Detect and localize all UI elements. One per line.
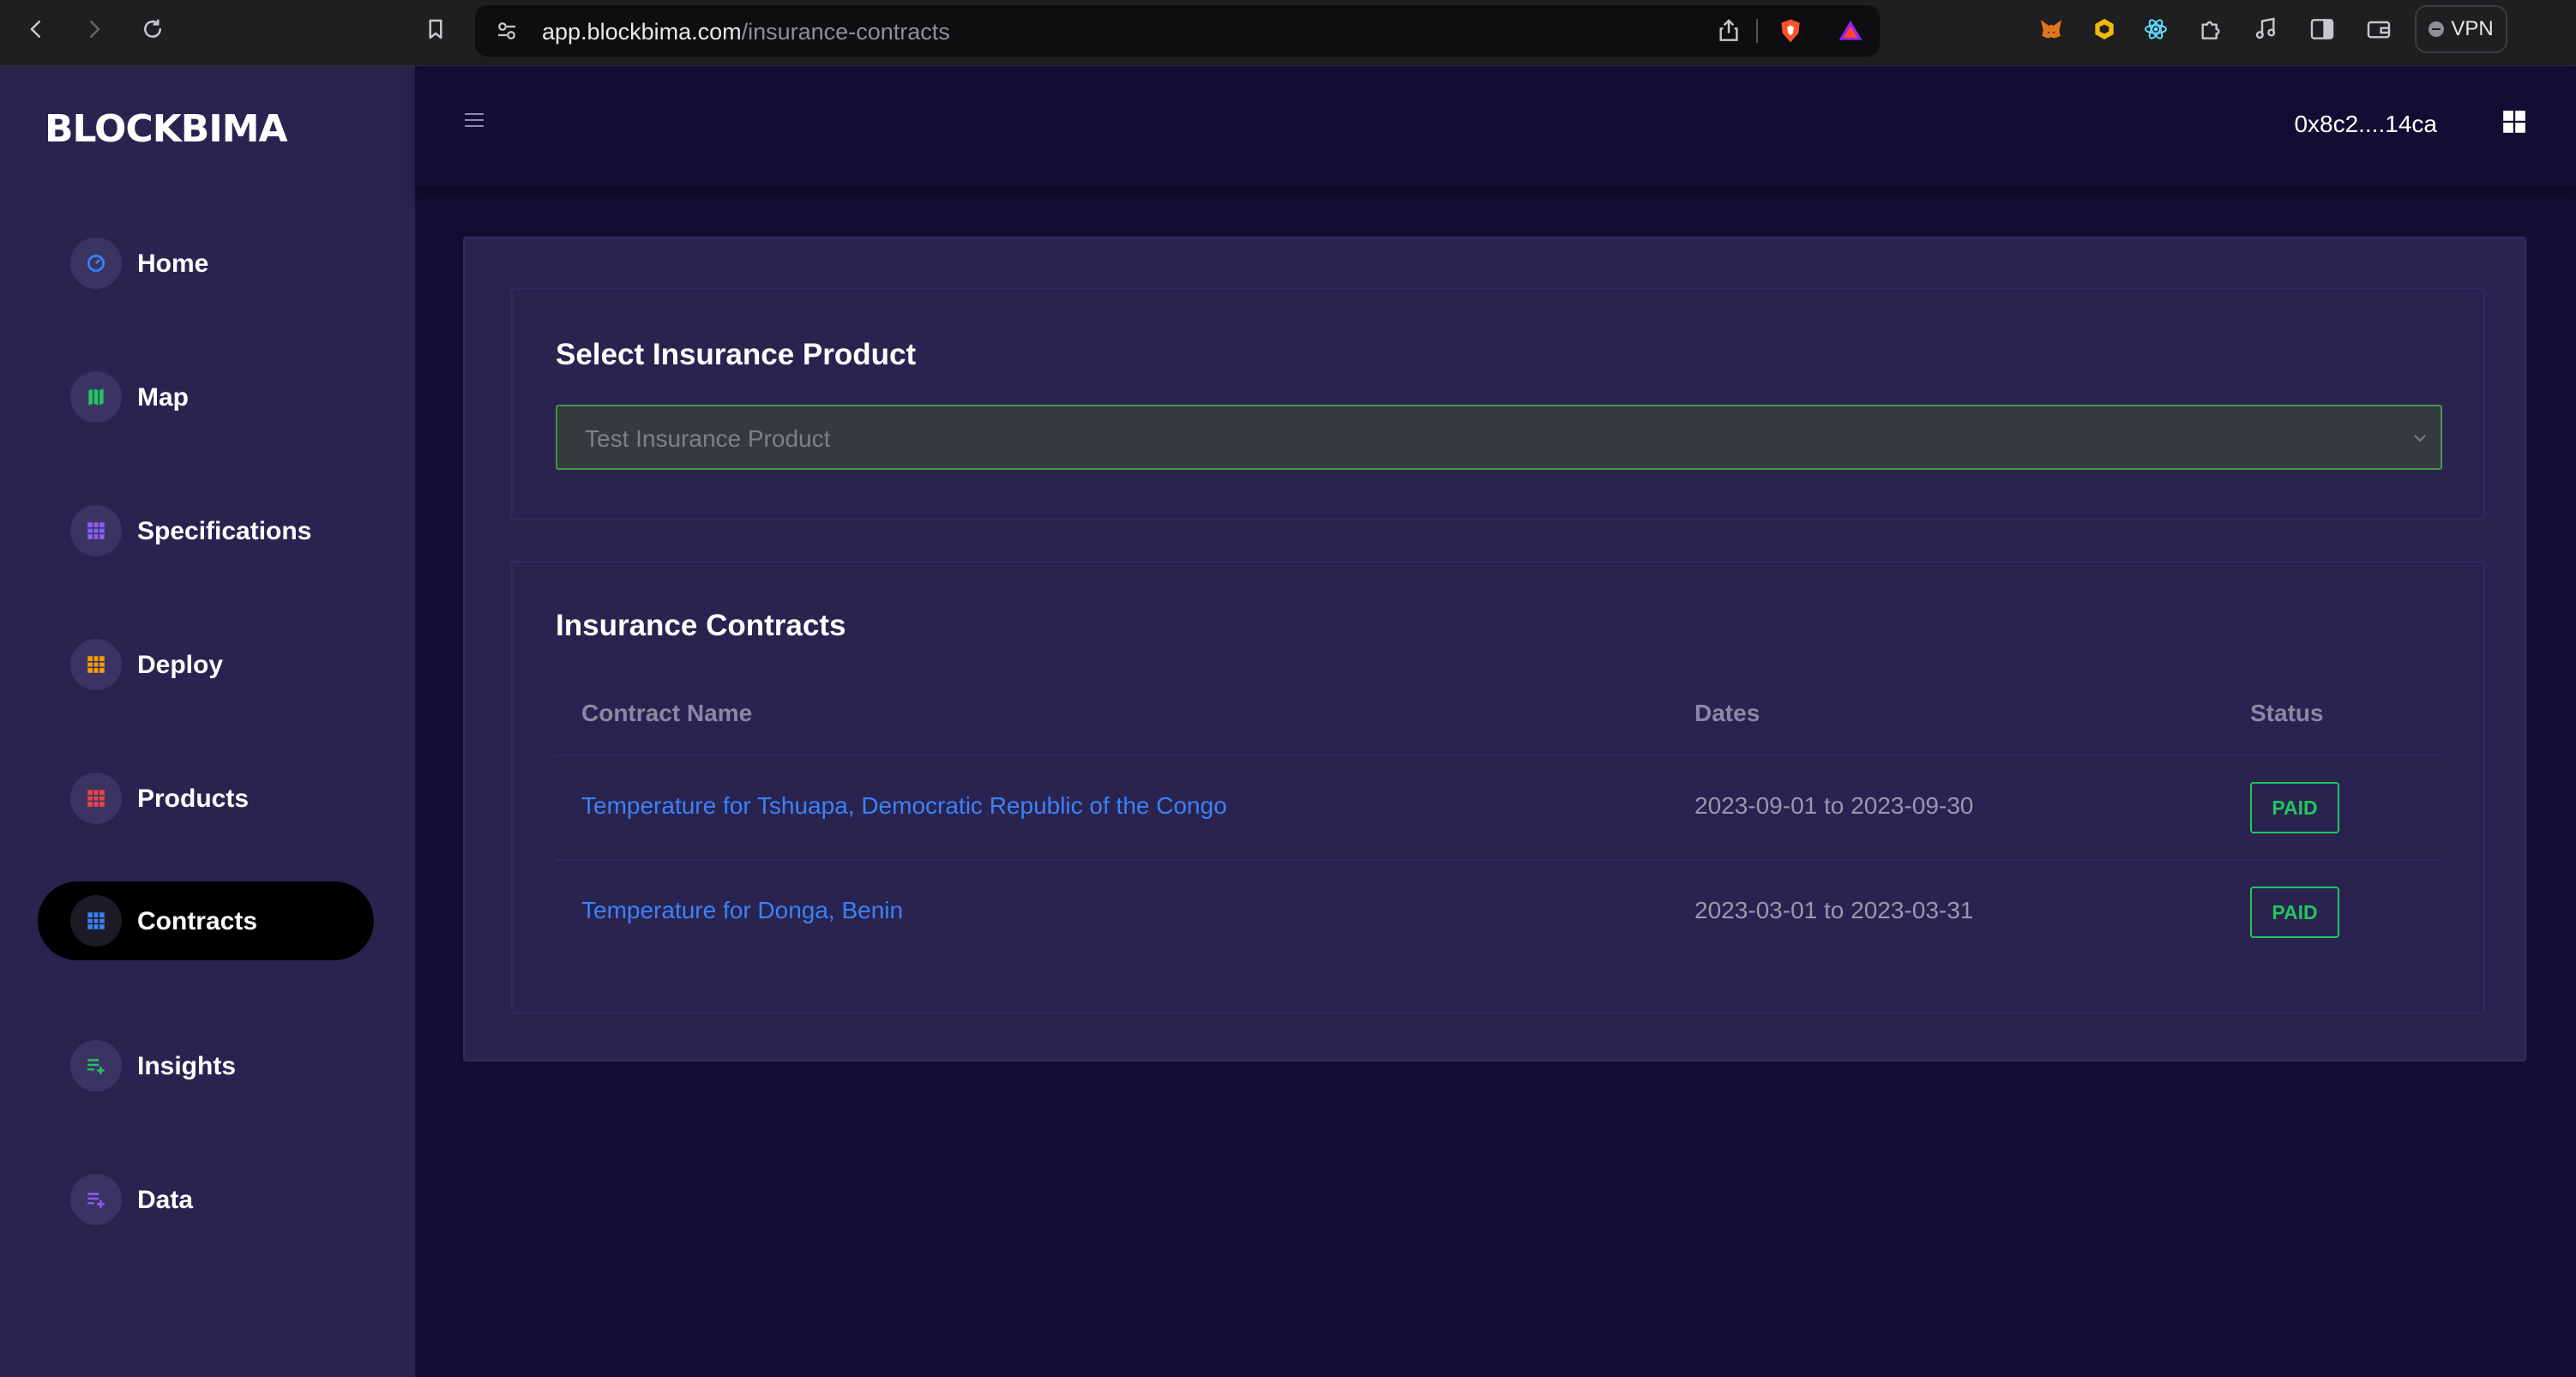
sidebar-item-home[interactable]: Home — [38, 224, 374, 303]
map-icon — [70, 371, 122, 423]
sidebar-item-deploy[interactable]: Deploy — [38, 625, 374, 704]
sidebar-icon[interactable] — [2307, 14, 2338, 45]
grid-icon — [70, 773, 122, 824]
grid-icon — [70, 639, 122, 690]
sidebar-item-label: Home — [137, 250, 209, 278]
sidebar-item-specifications[interactable]: Specifications — [38, 491, 374, 570]
vpn-status-icon — [2429, 21, 2445, 37]
sidebar-item-insights[interactable]: Insights — [38, 1026, 374, 1105]
bookmark-icon[interactable] — [418, 12, 453, 46]
sidebar-item-label: Data — [137, 1186, 194, 1214]
forward-icon[interactable] — [77, 12, 111, 46]
sidebar-item-label: Products — [137, 785, 250, 813]
sidebar-item-map[interactable]: Map — [38, 358, 374, 436]
binance-wallet-icon[interactable] — [2089, 14, 2120, 45]
column-header: Status — [2250, 700, 2324, 726]
panel-title: Insurance Contracts — [556, 609, 846, 642]
brave-rewards-icon[interactable] — [1837, 17, 1864, 45]
grid-icon — [70, 895, 122, 947]
address-bar[interactable]: app.blockbima.com/insurance-contracts — [475, 5, 1880, 57]
browser-toolbar: app.blockbima.com/insurance-contracts VP… — [0, 0, 2576, 66]
extensions-icon[interactable] — [2195, 14, 2226, 45]
product-select-panel: Select Insurance Product Test Insurance … — [511, 288, 2485, 520]
apps-grid-icon[interactable] — [2502, 110, 2526, 134]
table-row: Temperature for Donga, Benin 2023-03-01 … — [556, 859, 2442, 964]
menu-icon[interactable] — [465, 113, 484, 129]
sidebar-item-label: Map — [137, 383, 189, 412]
reload-icon[interactable] — [135, 12, 170, 46]
insurance-product-select[interactable]: Test Insurance Product — [556, 405, 2442, 470]
sidebar-item-label: Insights — [137, 1052, 237, 1080]
url-text[interactable]: app.blockbima.com/insurance-contracts — [542, 19, 950, 45]
list-add-icon — [70, 1040, 122, 1091]
media-icon[interactable] — [2250, 14, 2281, 45]
column-header: Contract Name — [581, 700, 753, 726]
main-card: Select Insurance Product Test Insurance … — [463, 237, 2526, 1061]
share-icon[interactable] — [1715, 17, 1742, 45]
brave-shield-icon[interactable] — [1777, 17, 1804, 45]
top-header: 0x8c2....14ca — [415, 66, 2576, 186]
panel-title: Select Insurance Product — [556, 338, 917, 371]
column-header: Dates — [1694, 700, 1760, 726]
select-value: Test Insurance Product — [585, 425, 831, 452]
sidebar-item-label: Deploy — [137, 651, 224, 679]
sidebar-item-contracts[interactable]: Contracts — [38, 881, 374, 960]
vpn-button[interactable]: VPN — [2415, 5, 2507, 53]
sidebar-item-data[interactable]: Data — [38, 1160, 374, 1239]
metamask-icon[interactable] — [2036, 14, 2067, 45]
grid-icon — [70, 505, 122, 556]
logo[interactable]: BLOCKBIMA — [45, 107, 288, 151]
contract-dates: 2023-03-01 to 2023-03-31 — [1694, 897, 1974, 923]
contracts-panel: Insurance Contracts Contract Name Dates … — [511, 561, 2485, 1013]
list-add-icon — [70, 1174, 122, 1225]
wallet-address[interactable]: 0x8c2....14ca — [2294, 111, 2437, 138]
dashboard-gauge-icon — [70, 238, 122, 289]
status-badge: PAID — [2250, 782, 2339, 833]
chevron-down-icon — [2414, 435, 2426, 442]
react-devtools-icon[interactable] — [2140, 14, 2171, 45]
vpn-label: VPN — [2451, 17, 2494, 40]
contract-link[interactable]: Temperature for Tshuapa, Democratic Repu… — [581, 792, 1227, 820]
sidebar-item-products[interactable]: Products — [38, 759, 374, 838]
contract-link[interactable]: Temperature for Donga, Benin — [581, 897, 903, 924]
wallet-icon[interactable] — [2363, 14, 2394, 45]
contract-dates: 2023-09-01 to 2023-09-30 — [1694, 792, 1974, 819]
site-settings-icon[interactable] — [494, 18, 520, 44]
table-row: Temperature for Tshuapa, Democratic Repu… — [556, 755, 2442, 859]
sidebar: BLOCKBIMA Home Map Specifications Deploy… — [0, 66, 415, 1377]
sidebar-item-label: Contracts — [137, 907, 258, 935]
status-badge: PAID — [2250, 887, 2339, 938]
sidebar-item-label: Specifications — [137, 517, 312, 545]
back-icon[interactable] — [19, 12, 53, 46]
table-header: Contract Name Dates Status — [556, 700, 2442, 751]
divider — [1756, 19, 1758, 43]
